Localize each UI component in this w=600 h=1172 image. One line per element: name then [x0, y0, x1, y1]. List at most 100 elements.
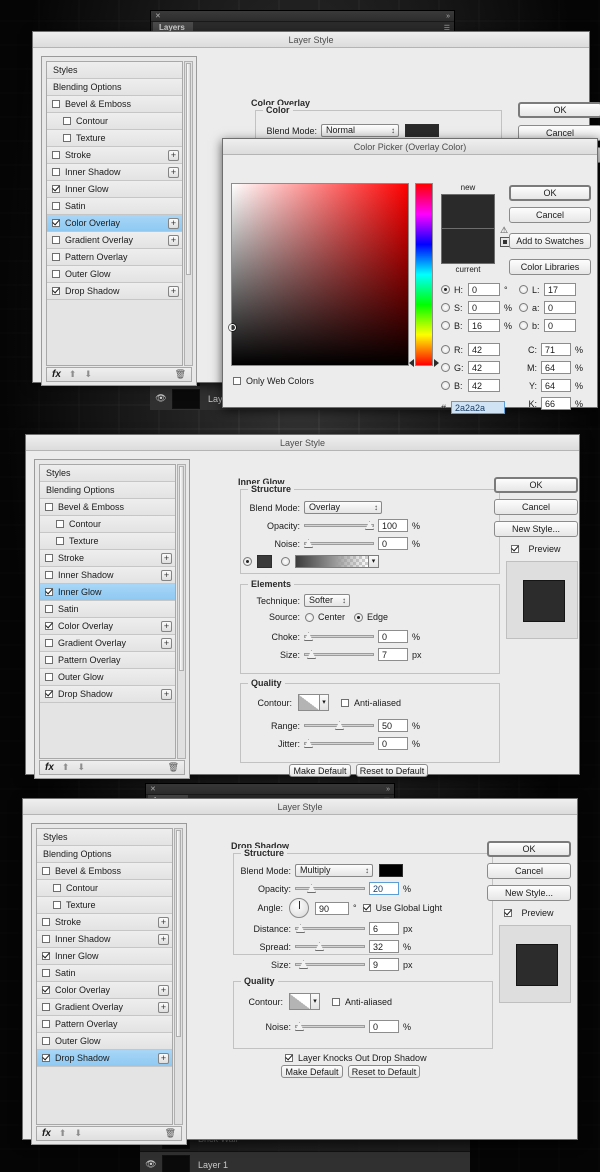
checkbox[interactable]: [511, 545, 519, 553]
checkbox[interactable]: [42, 952, 50, 960]
sidebar-item-drop-shadow[interactable]: Drop Shadow +: [40, 686, 175, 703]
sidebar-item-drop-shadow[interactable]: Drop Shadow +: [47, 283, 182, 300]
move-up-icon[interactable]: ⬆: [62, 762, 70, 773]
sidebar-item-pattern-overlay[interactable]: Pattern Overlay: [40, 652, 175, 669]
current-color-swatch[interactable]: [441, 229, 495, 264]
add-icon[interactable]: +: [158, 917, 169, 928]
fx-icon[interactable]: fx: [42, 1128, 51, 1139]
layers-panel-top[interactable]: ✕ » Layers ☰: [150, 10, 455, 33]
move-up-icon[interactable]: ⬆: [69, 369, 77, 380]
checkbox[interactable]: [42, 1037, 50, 1045]
fx-icon[interactable]: fx: [45, 762, 54, 773]
sidebar-item-contour[interactable]: Contour: [47, 113, 182, 130]
checkbox[interactable]: [63, 134, 71, 142]
close-icon[interactable]: ✕: [155, 12, 161, 21]
checkbox[interactable]: [56, 537, 64, 545]
color-field-marker[interactable]: [229, 324, 236, 331]
checkbox[interactable]: [52, 100, 60, 108]
choke-input[interactable]: 0: [378, 630, 408, 643]
opacity-slider[interactable]: [295, 882, 365, 895]
size-slider[interactable]: [304, 648, 374, 661]
scrollbar[interactable]: [184, 61, 193, 366]
sidebar-item-inner-shadow[interactable]: Inner Shadow +: [47, 164, 182, 181]
scrollbar[interactable]: [177, 464, 186, 759]
new-style-button[interactable]: New Style...: [494, 521, 578, 537]
checkbox[interactable]: [53, 884, 61, 892]
knocks-out-row[interactable]: Layer Knocks Out Drop Shadow: [285, 1053, 427, 1063]
color-picker-ok-button[interactable]: OK: [509, 185, 591, 201]
add-icon[interactable]: +: [161, 553, 172, 564]
add-icon[interactable]: +: [158, 1002, 169, 1013]
ok-button[interactable]: OK: [487, 841, 571, 857]
add-icon[interactable]: +: [161, 638, 172, 649]
layer-style-dialog-inner-glow[interactable]: Layer Style Styles Blending Options Beve…: [25, 434, 580, 775]
sidebar-item-stroke[interactable]: Stroke +: [47, 147, 182, 164]
l-input[interactable]: 17: [544, 283, 576, 296]
contour-preview[interactable]: [289, 993, 311, 1010]
sidebar-item-satin[interactable]: Satin: [37, 965, 172, 982]
sidebar-item-texture[interactable]: Texture: [47, 130, 182, 147]
add-icon[interactable]: +: [158, 985, 169, 996]
checkbox-anti-aliased[interactable]: [332, 998, 340, 1006]
reset-to-default-button[interactable]: Reset to Default: [356, 764, 428, 777]
checkbox[interactable]: [45, 605, 53, 613]
range-slider[interactable]: [304, 719, 374, 732]
add-icon[interactable]: +: [161, 621, 172, 632]
checkbox[interactable]: [45, 656, 53, 664]
sidebar-item-outer-glow[interactable]: Outer Glow: [40, 669, 175, 686]
sidebar-item-bevel-emboss[interactable]: Bevel & Emboss: [47, 96, 182, 113]
checkbox[interactable]: [52, 219, 60, 227]
noise-slider[interactable]: [304, 537, 374, 550]
color-field[interactable]: [231, 183, 409, 366]
radio-h[interactable]: [441, 285, 450, 294]
spread-slider[interactable]: [295, 940, 365, 953]
styles-list-panel[interactable]: Styles Blending Options Bevel & Emboss C…: [41, 56, 197, 386]
checkbox[interactable]: [52, 185, 60, 193]
radio-gradient[interactable]: [281, 557, 290, 566]
sidebar-item-inner-glow[interactable]: Inner Glow: [47, 181, 182, 198]
sidebar-item-texture[interactable]: Texture: [37, 897, 172, 914]
move-up-icon[interactable]: ⬆: [59, 1128, 67, 1139]
checkbox[interactable]: [42, 935, 50, 943]
hue-slider[interactable]: [415, 183, 433, 366]
move-down-icon[interactable]: ⬇: [77, 762, 85, 773]
checkbox[interactable]: [45, 588, 53, 596]
checkbox[interactable]: [52, 168, 60, 176]
trash-icon[interactable]: 🗑: [175, 369, 186, 380]
add-icon[interactable]: +: [158, 1053, 169, 1064]
eye-icon[interactable]: 👁: [140, 1159, 162, 1170]
checkbox[interactable]: [45, 690, 53, 698]
styles-list[interactable]: Styles Blending Options Bevel & Emboss C…: [39, 464, 176, 759]
b-input[interactable]: 16: [468, 319, 500, 332]
ok-button[interactable]: OK: [518, 102, 600, 118]
gradient-preview[interactable]: [295, 555, 369, 568]
checkbox[interactable]: [42, 1020, 50, 1028]
a-input[interactable]: 0: [544, 301, 576, 314]
angle-dial[interactable]: [289, 898, 309, 918]
chevron-down-icon[interactable]: ▾: [369, 555, 379, 568]
styles-list-panel[interactable]: Styles Blending Options Bevel & Emboss C…: [31, 823, 187, 1145]
checkbox[interactable]: [63, 117, 71, 125]
add-icon[interactable]: +: [168, 218, 179, 229]
c-input[interactable]: 71: [541, 343, 571, 356]
blend-mode-select[interactable]: Normal: [321, 124, 399, 137]
add-icon[interactable]: +: [168, 235, 179, 246]
trash-icon[interactable]: 🗑: [165, 1128, 176, 1139]
checkbox[interactable]: [504, 909, 512, 917]
move-down-icon[interactable]: ⬇: [84, 369, 92, 380]
choke-slider[interactable]: [304, 630, 374, 643]
checkbox[interactable]: [42, 986, 50, 994]
checkbox[interactable]: [45, 503, 53, 511]
sidebar-item-pattern-overlay[interactable]: Pattern Overlay: [37, 1016, 172, 1033]
contour-preview[interactable]: [298, 694, 320, 711]
sidebar-item-drop-shadow[interactable]: Drop Shadow +: [37, 1050, 172, 1067]
add-icon[interactable]: +: [168, 167, 179, 178]
sidebar-item-gradient-overlay[interactable]: Gradient Overlay +: [47, 232, 182, 249]
color-picker-dialog[interactable]: Color Picker (Overlay Color) new current…: [222, 138, 598, 408]
make-default-button[interactable]: Make Default: [289, 764, 351, 777]
new-style-button[interactable]: New Style...: [487, 885, 571, 901]
opacity-input[interactable]: 100: [378, 519, 408, 532]
range-input[interactable]: 50: [378, 719, 408, 732]
add-icon[interactable]: +: [168, 150, 179, 161]
jitter-slider[interactable]: [304, 737, 374, 750]
